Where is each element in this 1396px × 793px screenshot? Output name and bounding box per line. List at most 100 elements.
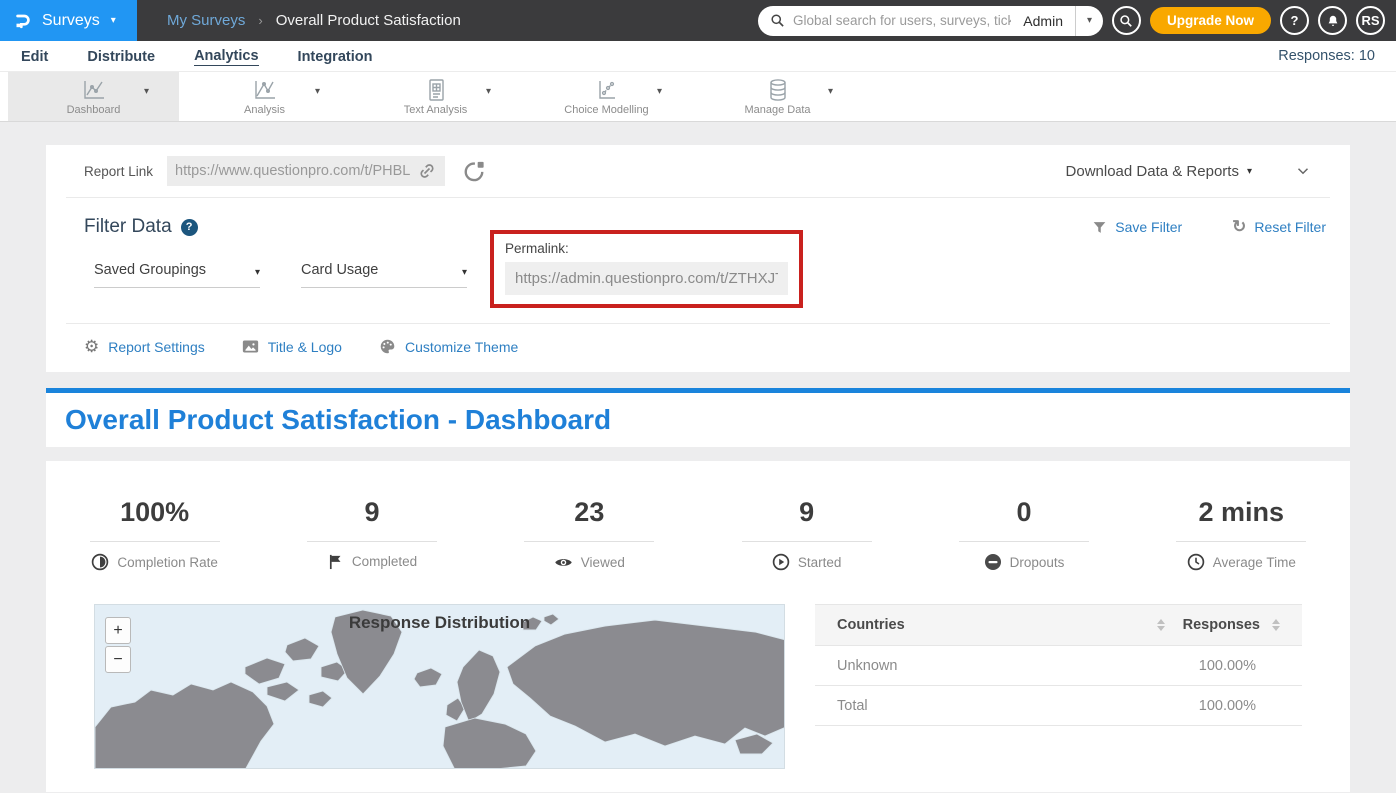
questionpro-logo-icon <box>13 11 33 31</box>
tab-analytics[interactable]: Analytics <box>194 46 258 66</box>
search-scope-label: Admin <box>1011 13 1075 29</box>
filter-actions: Save Filter ↻ Reset Filter <box>1092 217 1326 237</box>
stat-average-time: 2 mins Average Time <box>1133 497 1350 577</box>
search-input[interactable] <box>793 13 1011 28</box>
top-navbar: Surveys ▾ My Surveys › Overall Product S… <box>0 0 1396 41</box>
sort-icon[interactable] <box>1272 619 1280 631</box>
table-row: Unknown 100.00% <box>815 646 1302 686</box>
stat-value: 2 mins <box>1133 497 1350 528</box>
tab-integration[interactable]: Integration <box>298 47 373 65</box>
permalink-input[interactable] <box>505 262 788 295</box>
toolbar-item-dashboard[interactable]: ▾ Dashboard <box>8 72 179 121</box>
collapse-panel-button[interactable] <box>1294 162 1312 180</box>
stat-value: 9 <box>698 497 915 528</box>
save-filter-button[interactable]: Save Filter <box>1092 217 1182 237</box>
stat-value: 0 <box>915 497 1132 528</box>
permalink-label: Permalink: <box>505 241 788 256</box>
caret-down-icon: ▾ <box>462 267 467 278</box>
tab-edit[interactable]: Edit <box>21 47 48 65</box>
stat-viewed: 23 Viewed <box>481 497 698 577</box>
dashboard-chart-icon <box>81 78 107 102</box>
download-data-reports-label: Download Data & Reports <box>1066 163 1239 180</box>
clock-icon <box>1187 553 1205 571</box>
report-link-label: Report Link <box>84 164 153 179</box>
choice-modelling-icon <box>594 78 620 102</box>
filter-help-icon[interactable]: ? <box>181 219 198 236</box>
chevron-down-icon: ▾ <box>111 15 116 26</box>
country-cell: Unknown <box>837 658 897 674</box>
card-usage-label: Card Usage <box>301 262 378 278</box>
chevron-down-icon[interactable]: ▾ <box>486 86 491 97</box>
title-logo-link[interactable]: Title & Logo <box>242 338 342 355</box>
column-countries[interactable]: Countries <box>837 617 905 633</box>
palette-icon <box>379 338 396 355</box>
map-zoom-in-button[interactable]: + <box>105 617 131 644</box>
toolbar-item-label: Choice Modelling <box>564 104 648 116</box>
search-button[interactable] <box>1112 6 1141 35</box>
responses-cell: 100.00% <box>1199 698 1256 714</box>
divider <box>742 541 872 542</box>
countries-table-header: Countries Responses <box>815 604 1302 646</box>
toolbar-item-choice-modelling[interactable]: ▾ Choice Modelling <box>521 72 692 121</box>
page-title: Overall Product Satisfaction - Dashboard <box>65 404 611 436</box>
completion-rate-icon <box>91 553 109 571</box>
divider <box>524 541 654 542</box>
countries-table: Countries Responses Unknown 100.00% Tota… <box>815 604 1302 769</box>
map-zoom-out-button[interactable]: − <box>105 646 131 673</box>
toolbar-item-label: Analysis <box>244 104 285 116</box>
flag-icon <box>327 553 344 570</box>
divider <box>307 541 437 542</box>
title-logo-label: Title & Logo <box>268 339 342 355</box>
response-distribution-map-panel: Response Distribution + − <box>94 604 785 769</box>
stats-row: 100% Completion Rate 9 Completed <box>46 461 1350 577</box>
notifications-button[interactable] <box>1318 6 1347 35</box>
breadcrumb-my-surveys[interactable]: My Surveys <box>167 12 245 29</box>
chevron-down-icon[interactable]: ▾ <box>315 86 320 97</box>
toolbar-item-manage-data[interactable]: ▾ Manage Data <box>692 72 863 121</box>
global-search: Admin ▾ <box>758 6 1103 36</box>
gear-icon: ⚙ <box>84 337 99 357</box>
share-report-icon[interactable] <box>463 160 485 182</box>
upgrade-now-button[interactable]: Upgrade Now <box>1150 7 1271 34</box>
toolbar-item-text-analysis[interactable]: ▾ Text Analysis <box>350 72 521 121</box>
chevron-down-icon[interactable]: ▾ <box>144 86 149 97</box>
avatar[interactable]: RS <box>1356 6 1385 35</box>
search-icon <box>770 13 785 28</box>
toolbar-item-analysis[interactable]: ▾ Analysis <box>179 72 350 121</box>
geo-row: Response Distribution + − <box>46 604 1350 769</box>
search-scope-dropdown[interactable]: ▾ <box>1075 6 1103 36</box>
divider <box>959 541 1089 542</box>
play-circle-icon <box>772 553 790 571</box>
caret-down-icon: ▾ <box>1247 166 1252 177</box>
chevron-down-icon[interactable]: ▾ <box>828 86 833 97</box>
report-link-field <box>167 156 445 186</box>
stat-label: Started <box>798 555 842 570</box>
download-data-reports-menu[interactable]: Download Data & Reports ▾ <box>1066 163 1252 180</box>
table-row: Total 100.00% <box>815 686 1302 726</box>
report-link-input[interactable] <box>175 163 417 179</box>
toolbar-item-label: Dashboard <box>67 104 121 116</box>
chevron-down-icon[interactable]: ▾ <box>657 86 662 97</box>
stat-value: 23 <box>481 497 698 528</box>
reset-filter-button[interactable]: ↻ Reset Filter <box>1232 217 1326 237</box>
eye-icon <box>554 553 573 572</box>
saved-groupings-dropdown[interactable]: Saved Groupings ▾ <box>94 262 260 288</box>
report-settings-label: Report Settings <box>108 339 205 355</box>
toolbar-item-label: Manage Data <box>744 104 810 116</box>
link-icon[interactable] <box>417 161 437 181</box>
chevron-down-icon <box>1294 162 1312 180</box>
customize-theme-link[interactable]: Customize Theme <box>379 338 518 355</box>
report-settings-card: Report Link Download Data & Reports ▾ <box>46 145 1350 372</box>
card-usage-dropdown[interactable]: Card Usage ▾ <box>301 262 467 288</box>
tab-distribute[interactable]: Distribute <box>87 47 155 65</box>
customize-theme-label: Customize Theme <box>405 339 518 355</box>
column-responses[interactable]: Responses <box>1183 617 1260 633</box>
surveys-menu[interactable]: Surveys ▾ <box>0 0 137 41</box>
sort-icon[interactable] <box>1157 619 1165 631</box>
help-button[interactable]: ? <box>1280 6 1309 35</box>
stat-label: Completed <box>352 554 417 569</box>
toolbar-item-label: Text Analysis <box>404 104 468 116</box>
database-icon <box>765 78 791 102</box>
report-settings-link[interactable]: ⚙ Report Settings <box>84 337 205 357</box>
filter-data-title: Filter Data <box>84 216 172 238</box>
